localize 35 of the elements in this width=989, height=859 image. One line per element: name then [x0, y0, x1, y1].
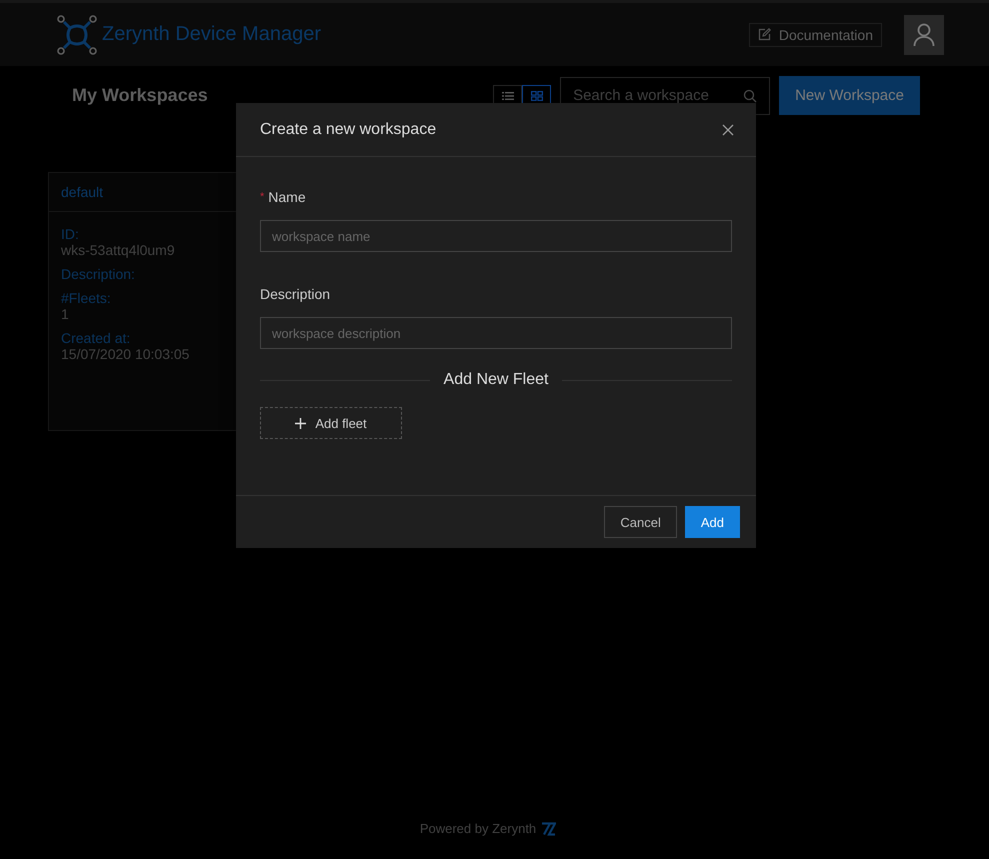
field-value: 15/07/2020 10:03:05 [61, 346, 190, 362]
field-label: Name [268, 189, 306, 205]
footer-text: Powered by Zerynth [420, 821, 536, 836]
close-icon [722, 124, 734, 136]
text-input[interactable]: workspace name [260, 220, 732, 252]
grid-icon [530, 90, 543, 100]
text-input[interactable]: workspace description [260, 317, 732, 349]
new-workspace-button[interactable]: New Workspace [779, 76, 920, 115]
add-fleet-button[interactable]: Add fleet [260, 407, 402, 439]
edit-icon [758, 28, 771, 41]
field-label: Description: [61, 266, 135, 282]
search-field[interactable]: Search a workspace [560, 76, 770, 114]
field-label: ID: [61, 226, 79, 242]
user-avatar-button[interactable] [904, 14, 944, 54]
close-button[interactable] [722, 124, 734, 136]
documentation-link[interactable]: Documentation [748, 22, 882, 46]
logo-icon [56, 14, 98, 56]
plus-icon [295, 418, 306, 428]
dialog-title: Create a new workspace [260, 120, 436, 138]
workspace-name[interactable]: default [61, 184, 104, 200]
section-heading: Add New Fleet [444, 371, 548, 389]
field-label: Description [260, 286, 330, 302]
field-value: 1 [61, 306, 69, 322]
required-mark: * [260, 191, 264, 203]
page-title: My Workspaces [72, 85, 208, 106]
list-icon [502, 90, 514, 100]
cancel-button[interactable]: Cancel [604, 506, 677, 538]
search-icon [743, 88, 758, 102]
field-label: Created at: [61, 330, 130, 346]
zerynth-logo-icon [541, 822, 556, 836]
field-label: #Fleets: [61, 290, 111, 306]
user-icon [913, 22, 935, 46]
app-title: Zerynth Device Manager [102, 23, 321, 46]
add-button[interactable]: Add [684, 506, 740, 538]
field-value: wks-53attq4l0um9 [61, 242, 175, 258]
